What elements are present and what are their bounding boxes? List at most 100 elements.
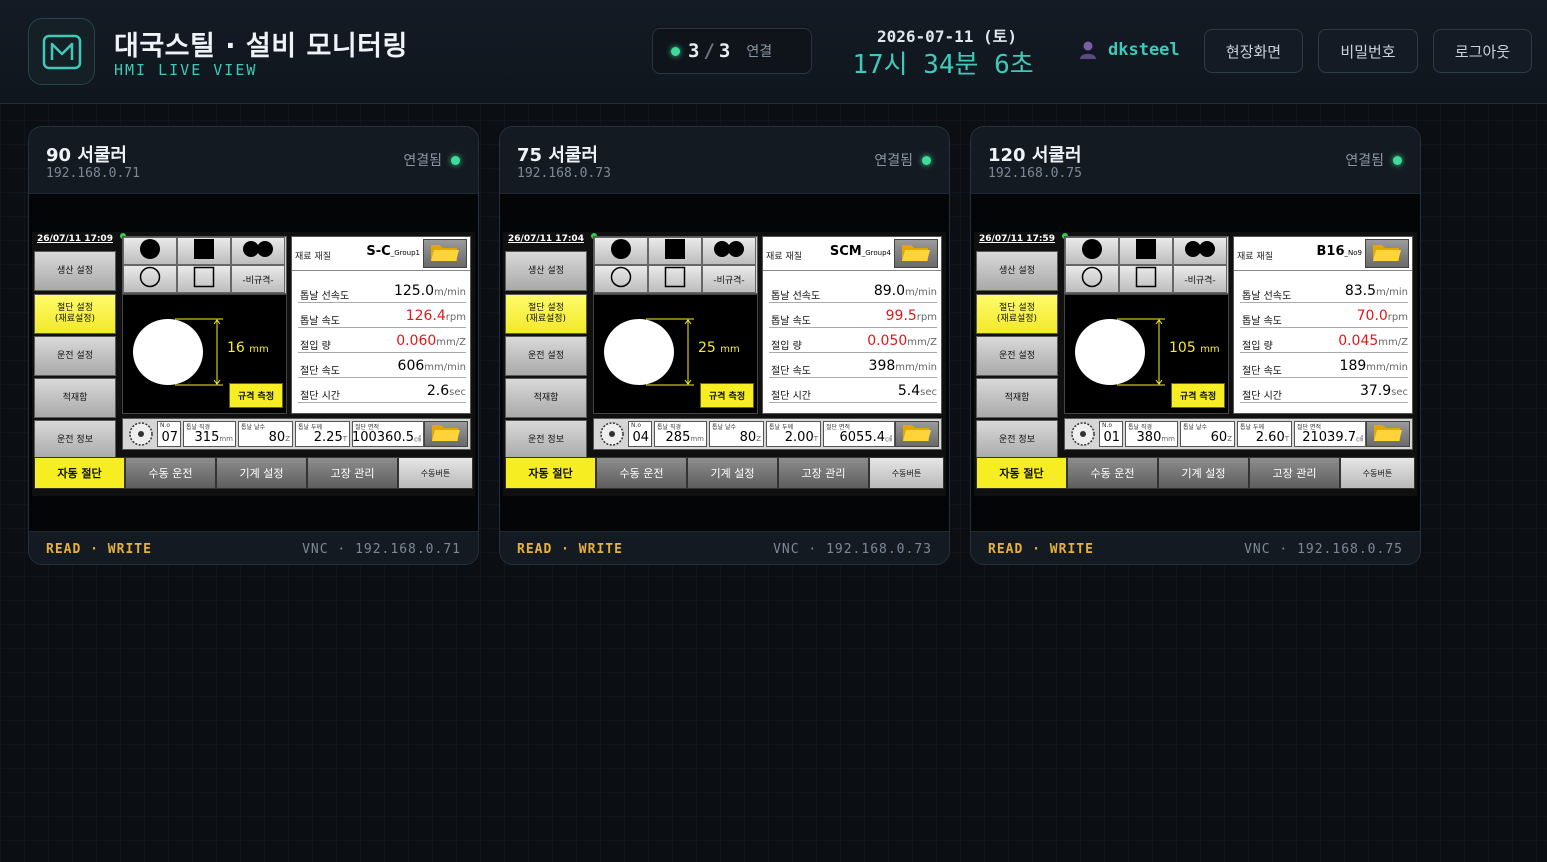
app-subtitle: HMI LIVE VIEW (114, 61, 258, 79)
param-value[interactable]: 0.060mm/Z (396, 333, 466, 349)
manual-run-button[interactable]: 수동 운전 (125, 457, 216, 489)
param-value[interactable]: 0.045mm/Z (1338, 333, 1408, 349)
stat-label: 톱날 날수 (712, 424, 736, 431)
fault-manage-button[interactable]: 고장 관리 (307, 457, 398, 489)
machine-setup-button[interactable]: 기계 설정 (216, 457, 307, 489)
auto-cut-button[interactable]: 자동 절단 (976, 457, 1067, 489)
measure-spec-button[interactable]: 규격 측정 (700, 383, 754, 408)
param-value[interactable]: 99.5rpm (886, 308, 937, 324)
hmi-side-button[interactable]: 운전 정보 (505, 420, 587, 460)
shape-select-button[interactable] (231, 237, 285, 265)
material-value[interactable]: S-C_Group1 (350, 244, 420, 259)
hmi-side-button[interactable]: 생산 설정 (505, 251, 587, 291)
non-standard-shape-button[interactable]: -비규격- (231, 265, 285, 293)
hmi-side-button[interactable]: 생산 설정 (976, 251, 1058, 291)
material-value[interactable]: B16_No9 (1292, 244, 1362, 259)
machine-setup-button[interactable]: 기계 설정 (1158, 457, 1249, 489)
hmi-side-button[interactable]: 운전 설정 (505, 336, 587, 376)
vnc-viewport[interactable]: 26/07/11 17:04 생산 설정 절단 설정 (재료설정) 운전 설정 적재함… (500, 194, 949, 531)
material-value[interactable]: SCM_Group4 (821, 244, 891, 259)
shape-select-button[interactable] (594, 265, 648, 293)
shape-select-button[interactable] (648, 265, 702, 293)
stat-value: 04 (632, 430, 649, 445)
stat-box: 톱날 직경 380mm (1125, 421, 1178, 447)
param-value[interactable]: 189mm/min (1340, 358, 1408, 374)
param-value[interactable]: 70.0rpm (1357, 308, 1408, 324)
param-value[interactable]: 126.4rpm (406, 308, 466, 324)
vnc-viewport[interactable]: 26/07/11 17:09 생산 설정 절단 설정 (재료설정) 운전 설정 적재함… (29, 194, 478, 531)
stat-value: 100360.5㎠ (351, 430, 421, 445)
hmi-side-button[interactable]: 운전 설정 (976, 336, 1058, 376)
material-folder-button[interactable] (1365, 239, 1409, 268)
manual-run-button[interactable]: 수동 운전 (1067, 457, 1158, 489)
vnc-address: VNC · 192.168.0.71 (302, 542, 461, 557)
auto-cut-button[interactable]: 자동 절단 (505, 457, 596, 489)
auto-cut-button[interactable]: 자동 절단 (34, 457, 125, 489)
hmi-side-button[interactable]: 운전 설정 (34, 336, 116, 376)
hmi-side-button[interactable]: 적재함 (34, 378, 116, 418)
machine-card[interactable]: 120 서쿨러 192.168.0.75 연결됨 26/07/11 17:59 … (970, 126, 1421, 565)
non-standard-shape-button[interactable]: -비규격- (1173, 265, 1227, 293)
shape-select-button[interactable] (648, 237, 702, 265)
material-preview: 16 mm 규격 측정 (122, 294, 287, 414)
manual-buttons-button[interactable]: 수동버튼 (1340, 457, 1415, 489)
blade-folder-button[interactable] (424, 421, 468, 447)
param-value[interactable]: 125.0m/min (394, 283, 466, 299)
param-value[interactable]: 398mm/min (869, 358, 937, 374)
machine-setup-button[interactable]: 기계 설정 (687, 457, 778, 489)
param-value[interactable]: 0.050mm/Z (867, 333, 937, 349)
shape-select-button[interactable] (1119, 237, 1173, 265)
shape-select-button[interactable] (1119, 265, 1173, 293)
param-label: 절입 량 (300, 341, 331, 352)
hmi-screen[interactable]: 26/07/11 17:09 생산 설정 절단 설정 (재료설정) 운전 설정 적재함… (32, 232, 475, 496)
hmi-side-button[interactable]: 절단 설정 (재료설정) (34, 294, 116, 334)
blade-folder-button[interactable] (895, 421, 939, 447)
shape-select-button[interactable] (177, 265, 231, 293)
param-value[interactable]: 2.6sec (427, 383, 466, 399)
hmi-screen[interactable]: 26/07/11 17:59 생산 설정 절단 설정 (재료설정) 운전 설정 적재함… (974, 232, 1417, 496)
param-value[interactable]: 606mm/min (398, 358, 466, 374)
param-value[interactable]: 89.0m/min (874, 283, 937, 299)
blade-folder-button[interactable] (1366, 421, 1410, 447)
password-button[interactable]: 비밀번호 (1318, 29, 1418, 73)
hmi-side-button[interactable]: 적재함 (976, 378, 1058, 418)
hmi-side-button[interactable]: 운전 정보 (34, 420, 116, 460)
material-folder-button[interactable] (894, 239, 938, 268)
shape-select-button[interactable] (702, 237, 756, 265)
param-row: 톱날 속도 70.0rpm (1240, 306, 1408, 328)
shape-select-button[interactable] (123, 265, 177, 293)
manual-buttons-button[interactable]: 수동버튼 (869, 457, 944, 489)
material-folder-button[interactable] (423, 239, 467, 268)
material-preview: 25 mm 규격 측정 (593, 294, 758, 414)
machine-card[interactable]: 90 서쿨러 192.168.0.71 연결됨 26/07/11 17:09 생… (28, 126, 479, 565)
hmi-side-button[interactable]: 적재함 (505, 378, 587, 418)
param-value[interactable]: 83.5m/min (1345, 283, 1408, 299)
shape-select-button[interactable] (594, 237, 648, 265)
status-label: 연결됨 (403, 153, 442, 169)
folder-icon (430, 421, 462, 447)
vnc-viewport[interactable]: 26/07/11 17:59 생산 설정 절단 설정 (재료설정) 운전 설정 적재함… (971, 194, 1420, 531)
hmi-side-button[interactable]: 절단 설정 (재료설정) (976, 294, 1058, 334)
manual-run-button[interactable]: 수동 운전 (596, 457, 687, 489)
hmi-screen[interactable]: 26/07/11 17:04 생산 설정 절단 설정 (재료설정) 운전 설정 적재함… (503, 232, 946, 496)
fault-manage-button[interactable]: 고장 관리 (778, 457, 869, 489)
measure-spec-button[interactable]: 규격 측정 (1171, 383, 1225, 408)
param-value[interactable]: 5.4sec (898, 383, 937, 399)
hmi-side-button[interactable]: 절단 설정 (재료설정) (505, 294, 587, 334)
param-value[interactable]: 37.9sec (1360, 383, 1408, 399)
measure-spec-button[interactable]: 규격 측정 (229, 383, 283, 408)
shape-select-button[interactable] (177, 237, 231, 265)
shape-select-button[interactable] (1173, 237, 1227, 265)
site-view-button[interactable]: 현장화면 (1204, 29, 1303, 73)
non-standard-shape-button[interactable]: -비규격- (702, 265, 756, 293)
shape-select-button[interactable] (1065, 237, 1119, 265)
stat-box: 절단 면적 6055.4㎠ (823, 421, 895, 447)
shape-select-button[interactable] (1065, 265, 1119, 293)
fault-manage-button[interactable]: 고장 관리 (1249, 457, 1340, 489)
machine-card[interactable]: 75 서쿨러 192.168.0.73 연결됨 26/07/11 17:04 생… (499, 126, 950, 565)
logout-button[interactable]: 로그아웃 (1433, 29, 1532, 73)
shape-select-button[interactable] (123, 237, 177, 265)
hmi-side-button[interactable]: 생산 설정 (34, 251, 116, 291)
manual-buttons-button[interactable]: 수동버튼 (398, 457, 473, 489)
hmi-side-button[interactable]: 운전 정보 (976, 420, 1058, 460)
